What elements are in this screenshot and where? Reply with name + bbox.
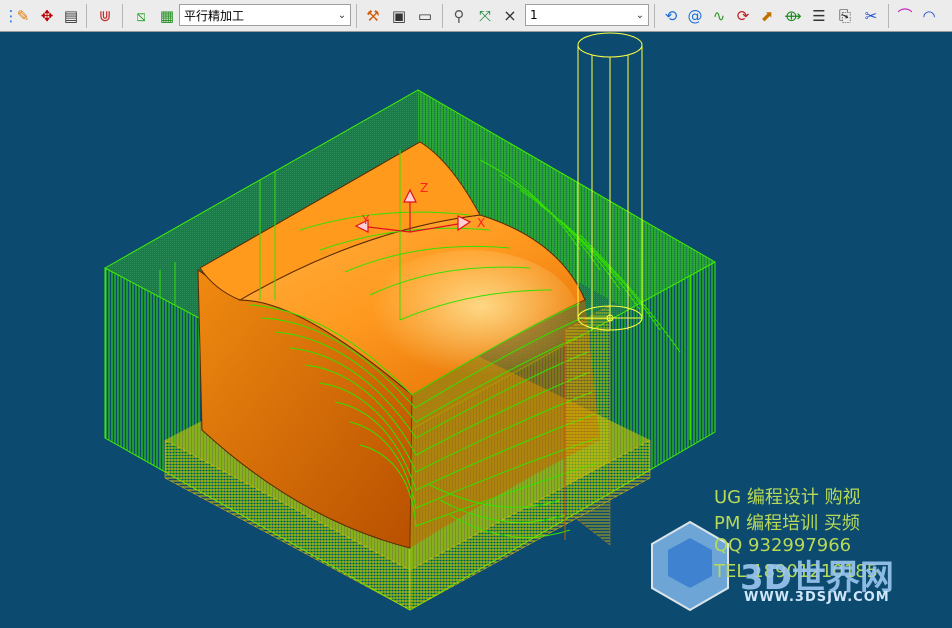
- strategy-icon[interactable]: ⧅: [130, 5, 152, 27]
- logo-url: WWW.3DSJW.COM: [744, 590, 890, 605]
- links-icon[interactable]: ∿: [708, 5, 730, 27]
- watermark-line-2: PM 编程培训 买频: [714, 513, 860, 534]
- scissors-icon[interactable]: ✂: [860, 5, 882, 27]
- tool-select-value: 1: [530, 8, 538, 22]
- recalc-icon[interactable]: ⟴: [782, 5, 804, 27]
- toolbar-separator: [122, 4, 123, 28]
- axis-label-y: Y: [361, 213, 370, 227]
- main-toolbar: ⋮ ✎ ✥ ▤ ⋓ ⧅ ▦ 平行精加工 ⌄ ⚒ ▣ ▭ ⚲ ⤧ × 1 ⌄ ⟲ …: [0, 0, 952, 32]
- toolbar-separator: [356, 4, 357, 28]
- edit-pencil-icon[interactable]: ✎: [12, 5, 34, 27]
- curve-icon[interactable]: ⌒: [894, 5, 916, 27]
- calculator-icon[interactable]: ▣: [388, 5, 410, 27]
- ruler-icon[interactable]: ▭: [414, 5, 436, 27]
- axis-label-z: Z: [420, 181, 428, 195]
- spiral-icon[interactable]: @: [684, 5, 706, 27]
- tool-edit-icon[interactable]: ⚒: [362, 5, 384, 27]
- watermark-line-1: UG 编程设计 购视: [714, 487, 861, 508]
- axis-label-x: X: [477, 216, 485, 230]
- transform-icon[interactable]: ✥: [36, 5, 58, 27]
- chevron-down-icon: ⌄: [337, 9, 347, 21]
- toolbar-separator: [888, 4, 889, 28]
- tool-trace-sheet: [564, 304, 611, 546]
- toolpath-x-icon[interactable]: ⤧: [474, 5, 496, 27]
- model-icon[interactable]: ▤: [60, 5, 82, 27]
- leads-icon[interactable]: ⬈: [756, 5, 778, 27]
- refresh-icon[interactable]: ⟳: [732, 5, 754, 27]
- strategy-select-value: 平行精加工: [184, 8, 245, 23]
- chevron-down-icon: ⌄: [635, 9, 645, 21]
- list-icon[interactable]: ☰: [808, 5, 830, 27]
- toolbar-separator: [654, 4, 655, 28]
- toolbar-separator: [86, 4, 87, 28]
- close-icon[interactable]: ×: [500, 5, 520, 27]
- magnet-icon[interactable]: ⋓: [94, 5, 116, 27]
- copy-icon[interactable]: ⎘: [834, 5, 856, 27]
- tool-holder-icon[interactable]: ⚲: [448, 5, 470, 27]
- calc-toolpath-icon[interactable]: ⟲: [660, 5, 682, 27]
- 3d-viewport[interactable]: Z X Y UG 编程设计 购视 PM 编程培训 买频 QQ 932997966…: [0, 32, 952, 628]
- strategy-select[interactable]: 平行精加工 ⌄: [179, 4, 351, 26]
- tool-select[interactable]: 1 ⌄: [525, 4, 649, 26]
- strategy-grid-icon[interactable]: ▦: [156, 5, 178, 27]
- toolbar-separator: [442, 4, 443, 28]
- boundary-icon[interactable]: ◠: [918, 5, 940, 27]
